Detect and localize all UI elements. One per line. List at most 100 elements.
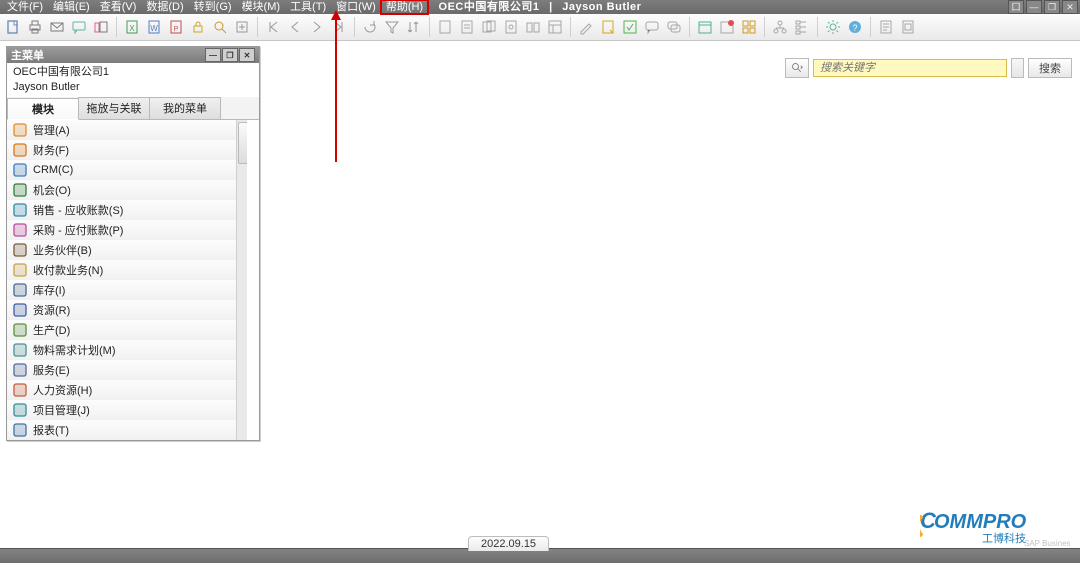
mail-icon[interactable]: [48, 18, 66, 36]
tab-drag-assoc[interactable]: 拖放与关联: [78, 97, 150, 119]
sort-icon[interactable]: [405, 18, 423, 36]
watermark-sub1: 工博科技: [982, 531, 1026, 545]
calendar-icon[interactable]: [696, 18, 714, 36]
menu-file[interactable]: 文件(F): [2, 0, 48, 14]
toolbar-separator: [116, 17, 117, 37]
panel-header: OEC中国有限公司1 Jayson Butler: [7, 63, 259, 97]
module-list: 管理(A) 财务(F) CRM(C)机会(O) 销售 - 应收账款(S) 采购 - 应付…: [7, 120, 259, 440]
scrollbar-thumb[interactable]: [238, 122, 248, 164]
search-scrollbar[interactable]: [1011, 58, 1024, 78]
doc1-icon[interactable]: [436, 18, 454, 36]
first-record-icon[interactable]: [264, 18, 282, 36]
finance-icon: [13, 143, 27, 157]
module-item[interactable]: 物料需求计划(M): [7, 340, 247, 360]
module-item[interactable]: 服务(E): [7, 360, 247, 380]
module-item[interactable]: 人力资源(H): [7, 380, 247, 400]
menu-edit[interactable]: 编辑(E): [48, 0, 95, 14]
module-label: 销售 - 应收账款(S): [33, 202, 123, 218]
window-maximize-button[interactable]: ❐: [1044, 0, 1060, 14]
dashboard-icon[interactable]: [740, 18, 758, 36]
lock-icon[interactable]: [189, 18, 207, 36]
menu-module[interactable]: 模块(M): [237, 0, 286, 14]
service-icon: [13, 363, 27, 377]
doc4-icon[interactable]: [502, 18, 520, 36]
fax-icon[interactable]: [92, 18, 110, 36]
add-icon[interactable]: [233, 18, 251, 36]
search-button[interactable]: 搜索: [1028, 58, 1072, 78]
sms-icon[interactable]: [70, 18, 88, 36]
export-pdf-icon[interactable]: P: [167, 18, 185, 36]
window-minimize-button[interactable]: —: [1026, 0, 1042, 14]
watermark-brand: OMMPRO: [934, 511, 1027, 533]
new-icon[interactable]: [4, 18, 22, 36]
alert-icon[interactable]: [718, 18, 736, 36]
module-item[interactable]: 项目管理(J): [7, 400, 247, 420]
opp-icon: [13, 183, 27, 197]
filter-icon[interactable]: [383, 18, 401, 36]
doc3-icon[interactable]: [480, 18, 498, 36]
edit-icon[interactable]: [577, 18, 595, 36]
chat2-icon[interactable]: [665, 18, 683, 36]
project-icon: [13, 403, 27, 417]
note-icon[interactable]: [599, 18, 617, 36]
help-icon[interactable]: ?: [846, 18, 864, 36]
refresh-icon[interactable]: [361, 18, 379, 36]
module-item[interactable]: 销售 - 应收账款(S): [7, 200, 247, 220]
module-item[interactable]: 财务(F): [7, 140, 247, 160]
module-scrollbar[interactable]: [236, 120, 247, 440]
menu-window[interactable]: 窗口(W): [331, 0, 381, 14]
module-item[interactable]: 采购 - 应付账款(P): [7, 220, 247, 240]
check-icon[interactable]: [621, 18, 639, 36]
module-item[interactable]: 业务伙伴(B): [7, 240, 247, 260]
module-item[interactable]: 生产(D): [7, 320, 247, 340]
tree-icon[interactable]: [793, 18, 811, 36]
resource-icon: [13, 303, 27, 317]
tab-module[interactable]: 模块: [7, 98, 79, 120]
org-icon[interactable]: [771, 18, 789, 36]
module-item[interactable]: 机会(O): [7, 180, 247, 200]
module-item[interactable]: CRM(C): [7, 160, 247, 180]
window-layout-button[interactable]: 囗: [1008, 0, 1024, 14]
export-word-icon[interactable]: W: [145, 18, 163, 36]
next-record-icon[interactable]: [308, 18, 326, 36]
purchase-icon: [13, 223, 27, 237]
print-icon[interactable]: [26, 18, 44, 36]
settings-icon[interactable]: [824, 18, 842, 36]
module-item[interactable]: 资源(R): [7, 300, 247, 320]
menu-goto[interactable]: 转到(G): [189, 0, 237, 14]
menu-view[interactable]: 查看(V): [95, 0, 142, 14]
module-label: 财务(F): [33, 142, 69, 158]
search-type-icon[interactable]: [785, 58, 809, 78]
doc5-icon[interactable]: [524, 18, 542, 36]
module-label: 人力资源(H): [33, 382, 92, 398]
export-excel-icon[interactable]: X: [123, 18, 141, 36]
module-label: 生产(D): [33, 322, 70, 338]
panel-window-buttons: — ❐ ✕: [205, 48, 255, 62]
panel-close-button[interactable]: ✕: [239, 48, 255, 62]
menu-tools[interactable]: 工具(T): [285, 0, 331, 14]
last-record-icon[interactable]: [330, 18, 348, 36]
doc2-icon[interactable]: [458, 18, 476, 36]
layout-icon[interactable]: [546, 18, 564, 36]
module-label: 收付款业务(N): [33, 262, 103, 278]
form1-icon[interactable]: [877, 18, 895, 36]
panel-title: 主菜单: [11, 47, 44, 63]
menu-help[interactable]: 帮助(H): [381, 0, 428, 14]
module-item[interactable]: 报表(T): [7, 420, 247, 440]
tab-my-menu[interactable]: 我的菜单: [149, 97, 221, 119]
panel-maximize-button[interactable]: ❐: [222, 48, 238, 62]
title-company: OEC中国有限公司1: [439, 1, 540, 13]
search-input[interactable]: [813, 59, 1007, 77]
panel-minimize-button[interactable]: —: [205, 48, 221, 62]
window-close-button[interactable]: ✕: [1062, 0, 1078, 14]
panel-title-bar[interactable]: 主菜单 — ❐ ✕: [7, 47, 259, 63]
module-item[interactable]: 收付款业务(N): [7, 260, 247, 280]
chat-icon[interactable]: [643, 18, 661, 36]
module-item[interactable]: 库存(I): [7, 280, 247, 300]
panel-company: OEC中国有限公司1: [13, 65, 253, 80]
form2-icon[interactable]: [899, 18, 917, 36]
menu-data[interactable]: 数据(D): [141, 0, 188, 14]
module-item[interactable]: 管理(A): [7, 120, 247, 140]
find-icon[interactable]: [211, 18, 229, 36]
prev-record-icon[interactable]: [286, 18, 304, 36]
